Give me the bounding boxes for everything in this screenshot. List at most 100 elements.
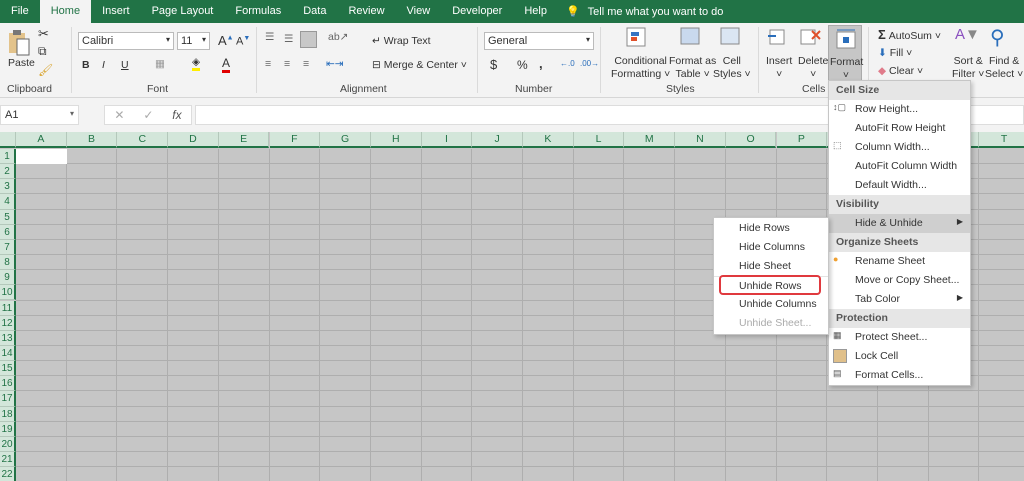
tab-home[interactable]: Home xyxy=(39,0,92,23)
decrease-decimal-icon[interactable]: .00→ xyxy=(580,59,599,68)
menu-item-tab-color[interactable]: Tab Color ▶ xyxy=(829,290,970,309)
insert-function-button[interactable]: fx xyxy=(172,108,181,122)
column-header[interactable]: A xyxy=(16,132,67,148)
autosum-button[interactable]: Σ AutoSum ˅ xyxy=(878,27,941,42)
row-header[interactable]: 2 xyxy=(0,164,16,180)
row-header[interactable]: 1 xyxy=(0,149,16,165)
shrink-font-icon[interactable]: A▼ xyxy=(236,35,250,48)
menu-item-autofit-row-height[interactable]: AutoFit Row Height xyxy=(829,119,970,138)
fill-button[interactable]: ⬇ Fill ˅ xyxy=(878,47,912,59)
row-header[interactable]: 16 xyxy=(0,376,16,392)
menu-item-default-width[interactable]: Default Width... xyxy=(829,176,970,195)
column-header[interactable]: H xyxy=(370,132,422,148)
row-header[interactable]: 19 xyxy=(0,421,16,437)
row-header[interactable]: 20 xyxy=(0,436,16,452)
grow-font-icon[interactable]: A▲ xyxy=(218,33,234,48)
column-header[interactable]: M xyxy=(624,132,676,148)
column-header[interactable]: N xyxy=(675,132,726,148)
column-header[interactable]: F xyxy=(269,132,321,148)
format-painter-icon[interactable]: 🖌 xyxy=(38,63,53,77)
tab-developer[interactable]: Developer xyxy=(441,0,513,23)
tab-page-layout[interactable]: Page Layout xyxy=(141,0,225,23)
column-header[interactable]: J xyxy=(472,132,523,148)
row-header[interactable]: 5 xyxy=(0,209,16,225)
conditional-formatting-button[interactable]: Conditional Formatting ˅ xyxy=(611,55,670,81)
select-all-button[interactable] xyxy=(0,132,16,148)
row-header[interactable]: 7 xyxy=(0,239,16,256)
currency-button[interactable]: $ xyxy=(490,57,497,72)
submenu-item-hide-rows[interactable]: Hide Rows xyxy=(714,219,828,238)
tab-formulas[interactable]: Formulas xyxy=(224,0,292,23)
row-header[interactable]: 12 xyxy=(0,315,16,331)
tab-data[interactable]: Data xyxy=(292,0,337,23)
number-format-select[interactable]: General ▾ xyxy=(484,32,594,50)
bottom-align-icon[interactable] xyxy=(300,31,317,48)
submenu-item-unhide-rows[interactable]: Unhide Rows xyxy=(714,276,828,295)
merge-center-button[interactable]: ⊟ Merge & Center ˅ xyxy=(372,59,467,71)
column-header[interactable]: T xyxy=(979,132,1024,148)
tab-view[interactable]: View xyxy=(396,0,442,23)
column-header[interactable]: I xyxy=(421,132,473,148)
cell-styles-button[interactable]: Cell Styles ˅ xyxy=(713,55,751,81)
insert-button[interactable]: Insert ˅ xyxy=(766,55,792,81)
row-header[interactable]: 15 xyxy=(0,361,16,377)
tab-review[interactable]: Review xyxy=(337,0,395,23)
column-header[interactable]: L xyxy=(573,132,625,148)
column-header[interactable]: E xyxy=(218,132,270,148)
row-header[interactable]: 21 xyxy=(0,452,16,468)
tell-me-search[interactable]: 💡 Tell me what you want to do xyxy=(566,5,723,19)
underline-button[interactable]: U xyxy=(121,59,129,71)
font-name-select[interactable]: Calibri ▾ xyxy=(78,32,174,50)
paste-button[interactable]: Paste xyxy=(8,57,35,69)
paste-icon[interactable] xyxy=(7,29,31,57)
borders-icon[interactable]: ▦ xyxy=(155,58,165,70)
column-header[interactable]: G xyxy=(320,132,371,148)
row-header[interactable]: 14 xyxy=(0,345,16,362)
column-header[interactable]: B xyxy=(66,132,118,148)
menu-item-column-width[interactable]: ⬚ Column Width... xyxy=(829,138,970,157)
tab-help[interactable]: Help xyxy=(513,0,558,23)
menu-item-move-or-copy-sheet[interactable]: Move or Copy Sheet... xyxy=(829,271,970,290)
clear-button[interactable]: ◆ Clear ˅ xyxy=(878,65,923,77)
column-header[interactable]: K xyxy=(523,132,574,148)
menu-item-format-cells[interactable]: ▤ Format Cells... xyxy=(829,366,970,385)
indent-icon[interactable]: ⇤⇥ xyxy=(326,58,344,70)
menu-item-lock-cell[interactable]: Lock Cell xyxy=(829,347,970,366)
find-select-button[interactable]: Find & Select ˅ xyxy=(985,55,1023,81)
column-header[interactable]: D xyxy=(168,132,219,148)
submenu-item-hide-columns[interactable]: Hide Columns xyxy=(714,238,828,257)
font-size-select[interactable]: 11 ▾ xyxy=(177,32,210,50)
menu-item-hide-unhide[interactable]: Hide & Unhide ▶ xyxy=(829,214,970,233)
center-icon[interactable]: ≡ xyxy=(284,58,290,70)
name-box[interactable]: A1 ▾ xyxy=(0,105,79,125)
submenu-item-unhide-columns[interactable]: Unhide Columns xyxy=(714,295,828,314)
column-header[interactable]: C xyxy=(117,132,169,148)
orientation-icon[interactable]: ab↗ xyxy=(328,31,348,43)
row-header[interactable]: 22 xyxy=(0,467,16,481)
format-button[interactable]: Format ˅ xyxy=(828,25,863,81)
row-header[interactable]: 10 xyxy=(0,285,16,301)
menu-item-rename-sheet[interactable]: ● Rename Sheet xyxy=(829,252,970,271)
row-header[interactable]: 18 xyxy=(0,406,16,422)
percent-button[interactable]: % xyxy=(517,58,528,72)
wrap-text-button[interactable]: ↵ Wrap Text xyxy=(372,35,431,47)
row-header[interactable]: 6 xyxy=(0,224,16,240)
bold-button[interactable]: B xyxy=(82,59,90,71)
middle-align-icon[interactable]: ☰ xyxy=(284,33,293,45)
submenu-item-hide-sheet[interactable]: Hide Sheet xyxy=(714,257,828,276)
copy-icon[interactable]: ⧉ xyxy=(38,44,47,59)
sort-filter-button[interactable]: Sort & Filter ˅ xyxy=(952,55,984,81)
fill-color-icon[interactable]: ◈ xyxy=(192,56,201,71)
row-header[interactable]: 13 xyxy=(0,330,16,346)
cut-icon[interactable]: ✂ xyxy=(38,26,49,42)
row-header[interactable]: 11 xyxy=(0,300,16,316)
column-header[interactable]: O xyxy=(725,132,777,148)
font-color-icon[interactable]: A xyxy=(222,56,231,73)
row-header[interactable]: 4 xyxy=(0,194,16,210)
row-header[interactable]: 8 xyxy=(0,255,16,271)
increase-decimal-icon[interactable]: ←.0 xyxy=(560,59,575,68)
align-right-icon[interactable]: ≡ xyxy=(303,58,309,70)
active-cell-a1[interactable] xyxy=(16,149,67,165)
format-as-table-button[interactable]: Format as Table ˅ xyxy=(669,55,716,81)
row-header[interactable]: 3 xyxy=(0,179,16,195)
